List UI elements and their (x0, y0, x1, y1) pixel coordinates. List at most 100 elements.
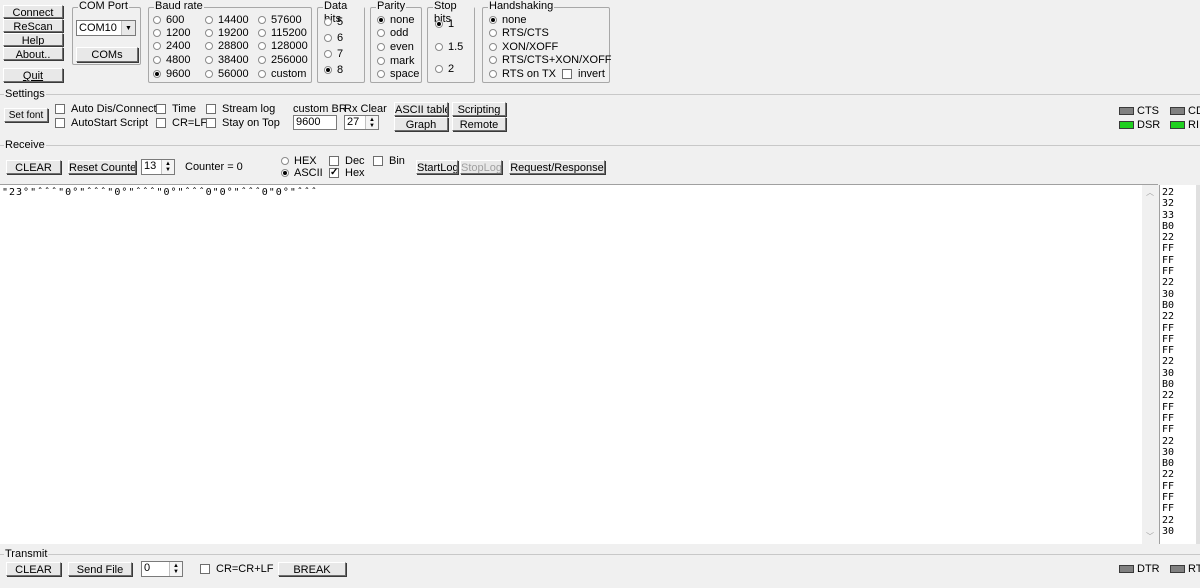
checkbox-box (373, 156, 383, 166)
cts-indicator: CTS (1119, 105, 1159, 117)
baud-14400-radio[interactable]: 14400 (205, 14, 249, 26)
data-bits-8-radio[interactable]: 8 (324, 64, 343, 76)
parity-odd-radio[interactable]: odd (377, 27, 408, 39)
stay-on-top-checkbox[interactable]: Stay on Top (206, 117, 280, 129)
help-button[interactable]: Help (3, 33, 63, 46)
parity-none-radio[interactable]: none (377, 14, 414, 26)
chevron-down-icon[interactable]: ▼ (121, 21, 135, 35)
stop-bits-1-5-radio[interactable]: 1.5 (435, 41, 463, 53)
handshake-rts-cts-radio[interactable]: RTS/CTS (489, 27, 549, 39)
stay-on-top-label: Stay on Top (222, 117, 280, 129)
hex-display-radio[interactable]: HEX (281, 155, 317, 167)
baud-4800-radio[interactable]: 4800 (153, 54, 190, 66)
data-bits-5-radio[interactable]: 5 (324, 16, 343, 28)
parity-even-radio[interactable]: even (377, 41, 414, 53)
hex-checkbox[interactable]: ✓ Hex (329, 167, 365, 179)
receive-clear-label: CLEAR (15, 162, 52, 174)
cr-cr-lf-label: CR=CR+LF (216, 563, 274, 575)
about-button[interactable]: About.. (3, 47, 63, 60)
baud-57600-radio[interactable]: 57600 (258, 14, 302, 26)
receive-output-area[interactable]: "23°"ˆˆˆ"0°"ˆˆˆ"0°"ˆˆˆ"0°"ˆˆˆ0"0°"ˆˆˆ0"0… (0, 184, 1158, 544)
radio-dot (258, 29, 266, 37)
request-response-button[interactable]: Request/Response (509, 160, 605, 174)
send-file-button[interactable]: Send File (68, 562, 132, 576)
radio-dot (435, 43, 443, 51)
baud-19200-radio[interactable]: 19200 (205, 27, 249, 39)
scroll-up-icon[interactable]: ︿ (1142, 187, 1158, 198)
custom-br-input[interactable]: 9600 (293, 115, 337, 130)
spin-arrows-icon[interactable]: ▲ ▼ (169, 562, 182, 576)
time-label: Time (172, 103, 197, 115)
coms-button[interactable]: COMs (76, 47, 138, 62)
radio-dot (324, 34, 332, 42)
data-bits-7-radio[interactable]: 7 (324, 48, 343, 60)
hex-scrollbar[interactable] (1196, 185, 1200, 544)
rescan-button[interactable]: ReScan (3, 19, 63, 32)
startlog-button[interactable]: StartLog (416, 160, 458, 174)
handshake-none-radio[interactable]: none (489, 14, 526, 26)
stop-bits-2-radio[interactable]: 2 (435, 63, 454, 75)
ascii-table-button[interactable]: ASCII table (394, 102, 448, 116)
bin-checkbox[interactable]: Bin (373, 155, 405, 167)
quit-button[interactable]: Quit (3, 68, 63, 82)
stop-bits-1-radio[interactable]: 1 (435, 18, 454, 30)
baud-custom-radio[interactable]: custom (258, 68, 306, 80)
transmit-clear-button[interactable]: CLEAR (6, 562, 61, 576)
graph-button[interactable]: Graph (394, 117, 448, 131)
scroll-down-icon[interactable]: ﹀ (1142, 531, 1158, 542)
receive-hex-area[interactable]: 22 32 33 B0 22 FF FF FF 22 30 B0 22 FF FF FF 22 30 B0 22 FF… (1159, 185, 1200, 544)
stoplog-button[interactable]: StopLog (460, 160, 502, 174)
com-port-title: COM Port (78, 0, 129, 13)
time-checkbox[interactable]: Time (156, 103, 196, 115)
baud-128000-radio[interactable]: 128000 (258, 40, 308, 52)
parity-mark-radio[interactable]: mark (377, 55, 414, 67)
bin-label: Bin (389, 155, 405, 167)
hex-line: FF (1162, 243, 1175, 255)
ascii-display-radio[interactable]: ASCII (281, 167, 323, 179)
baud-256000-radio[interactable]: 256000 (258, 54, 308, 66)
cr-cr-lf-checkbox[interactable]: CR=CR+LF (200, 563, 273, 575)
ascii-table-label: ASCII table (395, 104, 448, 116)
hex-line: B0 (1162, 458, 1175, 470)
invert-checkbox[interactable]: invert (562, 68, 605, 80)
parity-space-radio[interactable]: space (377, 68, 419, 80)
baud-1200-radio[interactable]: 1200 (153, 27, 190, 39)
transmit-spinner[interactable]: 0 ▲ ▼ (141, 561, 183, 577)
baud-9600-radio[interactable]: 9600 (153, 68, 190, 80)
counter-spinner[interactable]: 13 ▲ ▼ (141, 159, 175, 175)
rx-clear-spinner[interactable]: 27 ▲ ▼ (344, 115, 379, 130)
stream-log-checkbox[interactable]: Stream log (206, 103, 275, 115)
hex-line: 32 (1162, 198, 1175, 210)
baud-115200-radio[interactable]: 115200 (258, 27, 307, 39)
set-font-button[interactable]: Set font (4, 108, 48, 122)
com-port-select[interactable]: COM10 ▼ (76, 20, 136, 36)
baud-28800-radio[interactable]: 28800 (205, 40, 249, 52)
handshake-rts-cts-xon-radio[interactable]: RTS/CTS+XON/XOFF (489, 54, 612, 66)
scripting-button[interactable]: Scripting (452, 102, 506, 116)
auto-dis-connect-checkbox[interactable]: Auto Dis/Connect (55, 103, 157, 115)
data-bits-6-radio[interactable]: 6 (324, 32, 343, 44)
handshake-rts-on-tx-radio[interactable]: RTS on TX (489, 68, 556, 80)
baud-600-radio[interactable]: 600 (153, 14, 184, 26)
cr-lf-checkbox[interactable]: CR=LF (156, 117, 207, 129)
baud-2400-radio[interactable]: 2400 (153, 40, 190, 52)
connect-button[interactable]: Connect (3, 5, 63, 18)
spin-arrows-icon[interactable]: ▲ ▼ (161, 160, 174, 174)
baud-38400-radio[interactable]: 38400 (205, 54, 249, 66)
transmit-title: Transmit (4, 548, 49, 560)
spin-arrows-icon[interactable]: ▲ ▼ (365, 116, 378, 129)
dec-checkbox[interactable]: Dec (329, 155, 365, 167)
counter-text: Counter = 0 (185, 161, 243, 173)
checkbox-box (55, 104, 65, 114)
receive-scrollbar[interactable]: ︿ ﹀ (1142, 185, 1158, 544)
baud-56000-radio[interactable]: 56000 (205, 68, 249, 80)
radio-dot (435, 65, 443, 73)
cts-led-icon (1119, 107, 1134, 115)
autostart-script-checkbox[interactable]: AutoStart Script (55, 117, 148, 129)
reset-counter-button[interactable]: Reset Counter (68, 160, 136, 174)
hex-line: FF (1162, 266, 1175, 278)
handshake-xon-xoff-radio[interactable]: XON/XOFF (489, 41, 558, 53)
break-button[interactable]: BREAK (278, 562, 346, 576)
remote-button[interactable]: Remote (452, 117, 506, 131)
receive-clear-button[interactable]: CLEAR (6, 160, 61, 174)
